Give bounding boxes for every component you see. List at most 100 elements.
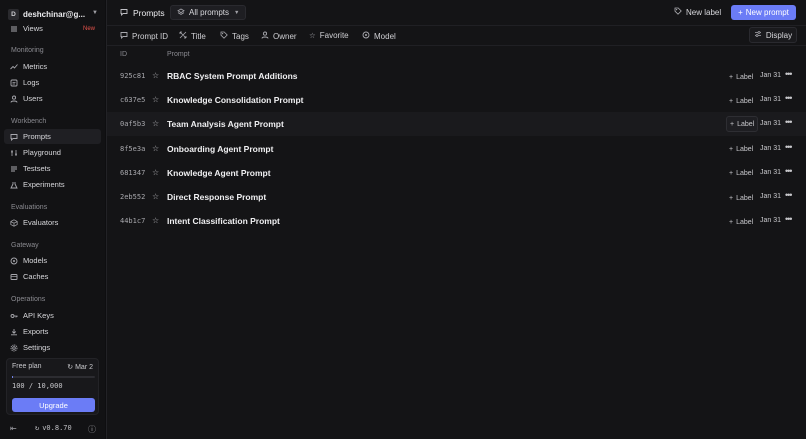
prompt-id: 0af5b3 (120, 120, 146, 129)
plus-icon: + (729, 146, 734, 154)
filter-label: Prompt ID (132, 31, 169, 41)
sidebar-item-evaluators[interactable]: Evaluators (4, 215, 101, 230)
sidebar-item-exports[interactable]: Exports (4, 324, 101, 339)
star-icon[interactable]: ☆ (152, 192, 159, 201)
table-row[interactable]: 681347 ☆ Knowledge Agent Prompt + Label Jan 3… (107, 161, 806, 185)
new-label-button[interactable]: New label (674, 7, 721, 17)
display-button[interactable]: Display (749, 27, 797, 43)
prompt-name: RBAC System Prompt Additions (167, 71, 298, 81)
chevron-down-icon: ▼ (234, 9, 240, 16)
prompt-name: Team Analysis Agent Prompt (167, 119, 284, 130)
layers-icon (177, 8, 185, 18)
filter-favorite[interactable]: ☆ Favorite (309, 31, 349, 40)
chevron-down-icon: ▼ (92, 10, 98, 16)
add-label-button[interactable]: + Label (726, 145, 756, 155)
filter-owner[interactable]: Owner (261, 31, 297, 41)
add-label-button[interactable]: + Label (726, 72, 756, 82)
add-label-button[interactable]: + Label (726, 193, 756, 203)
sidebar-item-views[interactable]: Views New (4, 21, 101, 36)
table-row[interactable]: 2eb552 ☆ Direct Response Prompt + Label Jan 3… (107, 185, 806, 209)
star-icon[interactable]: ☆ (152, 71, 159, 80)
sidebar-item-label: Models (23, 256, 48, 265)
plus-icon: + (738, 8, 743, 17)
account-switcher[interactable]: D deshchinar@g... ▼ (8, 8, 100, 21)
table-row[interactable]: 8f5e3a ☆ Onboarding Agent Prompt + Label Jan … (107, 137, 806, 161)
sidebar-item-users[interactable]: Users (4, 91, 101, 106)
table-row[interactable]: 0af5b3 ☆ Team Analysis Agent Prompt + Label J… (107, 112, 806, 137)
sidebar-item-playground[interactable]: Playground (4, 145, 101, 160)
section-operations: Operations (11, 296, 46, 303)
plus-icon: + (729, 218, 734, 226)
new-prompt-button[interactable]: + New prompt (731, 5, 796, 20)
filter-tags[interactable]: Tags (220, 31, 249, 41)
version-info[interactable]: ↻ v0.8.70 (35, 424, 72, 432)
add-label-button[interactable]: + Label (726, 169, 756, 179)
table-row[interactable]: c637e5 ☆ Knowledge Consolidation Prompt + La… (107, 88, 806, 112)
label-text: Label (736, 146, 754, 154)
prompt-date: Jan 31 (760, 217, 782, 225)
more-options-icon[interactable]: ••• (785, 142, 793, 152)
sidebar-item-label: Exports (23, 327, 49, 336)
refresh-icon: ↻ (67, 364, 74, 371)
add-label-button[interactable]: + Label (726, 116, 759, 133)
sidebar-item-caches[interactable]: Caches (4, 269, 101, 284)
help-icon[interactable]: ⓘ (88, 424, 96, 435)
gear-icon (10, 344, 18, 352)
sidebar-item-experiments[interactable]: Experiments (4, 177, 101, 192)
sidebar-item-api-keys[interactable]: API Keys (4, 308, 101, 323)
filter-label: Title (191, 31, 206, 41)
filter-label: Favorite (319, 31, 349, 40)
star-icon[interactable]: ☆ (152, 95, 159, 104)
sidebar-item-prompts[interactable]: Prompts (4, 129, 101, 144)
plan-renew: ↻ Mar 2 (67, 363, 93, 371)
column-header-id: ID (120, 51, 127, 58)
sidebar-item-metrics[interactable]: Metrics (4, 59, 101, 74)
table-row[interactable]: 925c81 ☆ RBAC System Prompt Additions + Labe… (107, 64, 806, 88)
more-options-icon[interactable]: ••• (785, 214, 793, 224)
tag-icon (220, 31, 228, 41)
new-badge: New (82, 25, 95, 32)
plus-icon: + (730, 120, 735, 128)
plan-title: Free plan (12, 363, 42, 370)
prompt-filter-dropdown[interactable]: All prompts ▼ (170, 5, 247, 20)
version-label: v0.8.70 (42, 424, 72, 432)
sliders-icon (10, 149, 18, 157)
more-options-icon[interactable]: ••• (785, 190, 793, 200)
star-icon[interactable]: ☆ (152, 216, 159, 225)
model-icon (10, 257, 18, 265)
prompt-date: Jan 31 (760, 193, 782, 200)
display-label: Display (765, 30, 793, 40)
star-icon[interactable]: ☆ (152, 144, 159, 153)
label-text: Label (736, 170, 754, 178)
section-gateway: Gateway (11, 242, 39, 249)
more-options-icon[interactable]: ••• (785, 117, 793, 127)
table-row[interactable]: 44b1c7 ☆ Intent Classification Prompt + Labe… (107, 209, 806, 233)
views-icon (10, 25, 18, 33)
star-icon[interactable]: ☆ (152, 119, 159, 128)
sidebar-item-models[interactable]: Models (4, 253, 101, 268)
star-icon[interactable]: ☆ (152, 168, 159, 177)
add-label-button[interactable]: + Label (726, 217, 756, 227)
label-text: Label (737, 120, 755, 128)
filter-label: Model (374, 31, 396, 41)
more-options-icon[interactable]: ••• (785, 69, 793, 79)
more-options-icon[interactable]: ••• (785, 93, 793, 103)
main-content: Prompts All prompts ▼ New label + New pr… (106, 0, 806, 439)
sidebar-item-logs[interactable]: Logs (4, 75, 101, 90)
sidebar-item-label: Logs (23, 78, 40, 87)
prompt-date: Jan 31 (760, 168, 782, 176)
prompt-id: 44b1c7 (120, 217, 146, 226)
more-options-icon[interactable]: ••• (785, 166, 793, 176)
label-text: Label (736, 194, 754, 202)
upgrade-button[interactable]: Upgrade (12, 398, 95, 412)
collapse-sidebar-icon[interactable]: ⇤ (10, 424, 17, 433)
filter-prompt-id[interactable]: Prompt ID (120, 31, 168, 41)
usage-progress-bar (12, 376, 95, 378)
plus-icon: + (729, 73, 734, 81)
filter-model[interactable]: Model (362, 31, 396, 41)
filter-title[interactable]: Title (179, 31, 206, 41)
tag-icon (674, 7, 682, 17)
sidebar-item-testsets[interactable]: Testsets (4, 161, 101, 176)
sidebar-item-settings[interactable]: Settings (4, 340, 101, 355)
add-label-button[interactable]: + Label (726, 96, 756, 106)
